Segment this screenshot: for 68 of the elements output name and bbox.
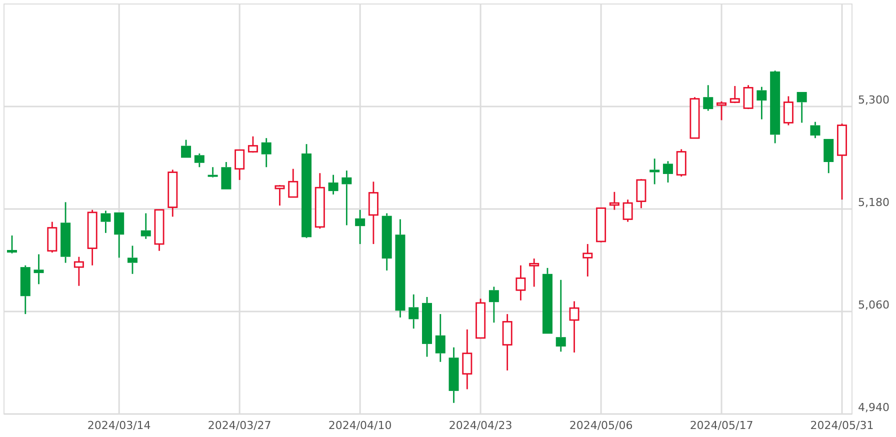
y-axis-label: 4,940 — [858, 401, 890, 414]
candlestick — [60, 202, 71, 263]
x-axis-label: 2024/03/27 — [208, 419, 272, 432]
candlestick — [569, 301, 580, 352]
candlestick — [662, 161, 673, 183]
candlestick — [355, 210, 366, 244]
candlestick — [127, 246, 138, 274]
x-axis-label: 2024/04/23 — [448, 419, 512, 432]
candlestick — [181, 140, 192, 158]
candlestick — [676, 149, 686, 177]
candlestick — [342, 170, 352, 226]
candlestick — [448, 347, 459, 403]
candlestick — [314, 173, 325, 229]
y-axis-label: 5,060 — [858, 298, 890, 312]
candlestick — [730, 86, 740, 104]
candlestick — [824, 138, 834, 174]
candlestick — [221, 162, 232, 190]
candlestick — [261, 138, 272, 168]
candlestick — [650, 158, 660, 184]
candlestick — [208, 167, 218, 178]
candlestick — [140, 213, 151, 239]
candlestick — [810, 122, 820, 138]
x-axis-label: 2024/05/31 — [810, 419, 874, 432]
candlestick — [529, 258, 540, 287]
candlestick — [596, 207, 606, 242]
candlestick — [783, 96, 794, 126]
candlestick — [476, 298, 486, 339]
candlestick — [462, 329, 472, 390]
candlestick — [34, 254, 44, 284]
candlestick — [368, 182, 378, 244]
candlestick — [703, 85, 714, 111]
y-axis-label: 5,300 — [858, 94, 890, 106]
x-axis-label: 2024/05/06 — [569, 419, 633, 432]
candlestick — [796, 91, 807, 123]
candlestick — [154, 209, 164, 251]
candlestick — [408, 294, 419, 329]
candlestick — [716, 101, 727, 120]
candlestick — [690, 97, 700, 139]
candlestick — [488, 286, 499, 323]
candlestick — [194, 153, 204, 168]
candlestick — [328, 174, 338, 194]
x-axis-label: 2024/03/14 — [87, 419, 151, 432]
candlestick — [502, 314, 512, 370]
candlestick — [47, 222, 58, 253]
candlestick — [756, 86, 767, 120]
x-axis-label: 2024/05/17 — [690, 419, 754, 432]
candlestick — [516, 265, 526, 300]
candlestick — [168, 170, 178, 217]
candlestick — [74, 256, 84, 286]
y-axis-label: 5,180 — [858, 196, 890, 209]
candlestick — [636, 179, 646, 208]
candlestick — [609, 192, 620, 210]
candlestick — [114, 212, 124, 258]
candlestick — [422, 296, 432, 357]
x-axis-label: 2024/04/10 — [328, 419, 392, 432]
candlestick — [248, 136, 258, 153]
candlestick — [743, 85, 754, 110]
candlestick — [622, 200, 633, 222]
candlestick — [100, 210, 111, 233]
candlestick — [274, 185, 285, 206]
candlestick — [7, 235, 17, 254]
candlestick — [582, 244, 593, 276]
candlestick — [20, 265, 30, 314]
candlestick — [288, 168, 298, 198]
candlestick — [234, 149, 245, 180]
candlestick — [435, 314, 446, 362]
candlestick — [382, 213, 392, 270]
candlestick — [87, 210, 98, 266]
